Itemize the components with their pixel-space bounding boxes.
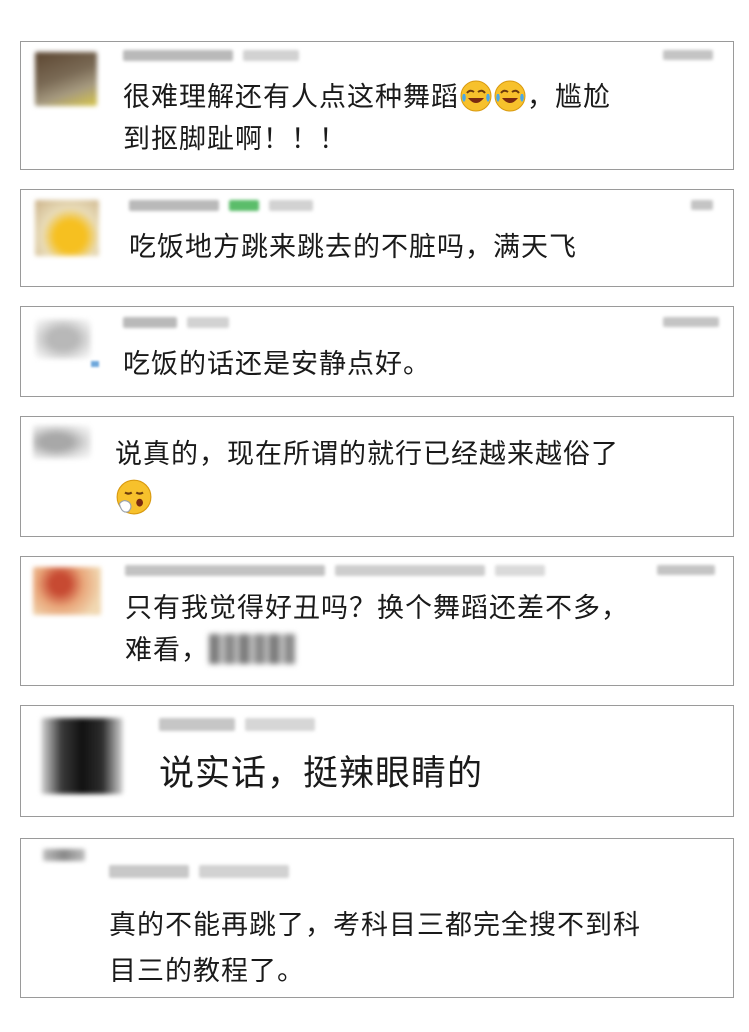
comment-text-line2: 难看， [125, 631, 295, 670]
avatar[interactable] [35, 52, 97, 106]
comment-card: 很难理解还有人点这种舞蹈 ，尴尬 到抠脚趾啊！！！ [20, 41, 734, 170]
avatar[interactable] [33, 425, 91, 459]
avatar[interactable] [43, 849, 85, 861]
like-count[interactable] [657, 565, 715, 575]
comment-meta [125, 565, 545, 576]
comment-card: 说实话，挺辣眼睛的 [20, 705, 734, 817]
comment-meta [109, 865, 289, 878]
comment-card: 真的不能再跳了，考科目三都完全搜不到科 目三的教程了。 [20, 838, 734, 998]
comment-card: 只有我觉得好丑吗？换个舞蹈还差不多， 难看， [20, 556, 734, 686]
sneezing-face-icon [116, 479, 152, 515]
redacted-text [209, 634, 295, 664]
laughing-crying-icon [494, 80, 526, 112]
comment-meta [159, 718, 315, 731]
comment-text: 吃饭地方跳来跳去的不脏吗，满天飞 [129, 232, 577, 263]
comment-card: 吃饭地方跳来跳去的不脏吗，满天飞 [20, 189, 734, 287]
comment-card: 吃饭的话还是安静点好。 [20, 306, 734, 397]
avatar[interactable] [41, 718, 123, 794]
comment-meta [129, 200, 313, 211]
comment-text: 只有我觉得好丑吗？换个舞蹈还差不多， [125, 593, 629, 624]
like-count[interactable] [663, 50, 713, 60]
comment-text: 说真的，现在所谓的就行已经越来越俗了 [115, 439, 619, 470]
laughing-crying-icon [460, 80, 492, 112]
avatar[interactable] [35, 200, 99, 256]
comment-meta [123, 50, 299, 61]
comment-text: 吃饭的话还是安静点好。 [123, 349, 431, 380]
avatar[interactable] [33, 567, 101, 615]
comment-text: 说实话，挺辣眼睛的 [159, 754, 484, 794]
comment-text-line2: 目三的教程了。 [109, 956, 305, 987]
like-count[interactable] [663, 317, 719, 327]
comment-text: 真的不能再跳了，考科目三都完全搜不到科 [109, 910, 641, 941]
like-count[interactable] [691, 200, 713, 210]
comment-card: 说真的，现在所谓的就行已经越来越俗了 [20, 416, 734, 537]
comment-text-part: 难看， [125, 635, 209, 666]
status-dot [91, 361, 99, 367]
comment-text-part: ，尴尬 [527, 82, 611, 113]
comment-text: 很难理解还有人点这种舞蹈 ，尴尬 [123, 78, 611, 117]
comment-meta [123, 317, 229, 328]
avatar[interactable] [35, 319, 91, 359]
comment-emoji-line [115, 479, 153, 520]
comment-text-part: 很难理解还有人点这种舞蹈 [123, 82, 459, 113]
comment-text-line2: 到抠脚趾啊！！！ [123, 124, 347, 155]
